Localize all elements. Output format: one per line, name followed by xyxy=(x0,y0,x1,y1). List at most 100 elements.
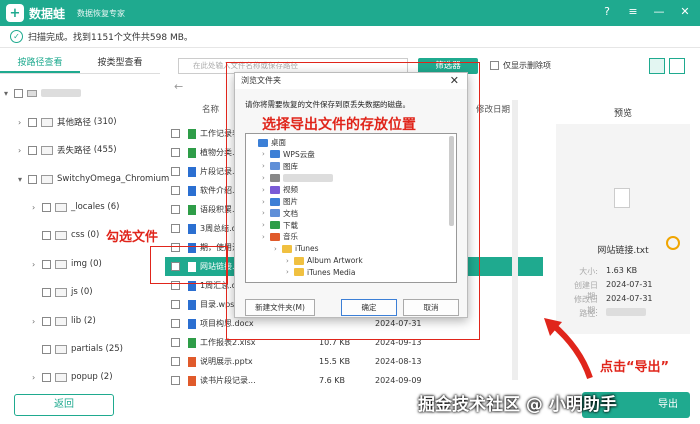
checkbox[interactable] xyxy=(171,205,180,214)
only-deleted-toggle[interactable]: 仅显示删除项 xyxy=(490,60,551,71)
title-bar: + 数据蛙 数据恢复专家 ? ≡ — ✕ xyxy=(0,0,700,26)
file-row[interactable]: 读书片段记录... 7.6 KB 2024-09-09 xyxy=(165,371,543,390)
checkbox[interactable] xyxy=(42,230,51,240)
file-row[interactable]: 说明展示.pptx 15.5 KB 2024-08-13 xyxy=(165,352,543,371)
checkbox[interactable] xyxy=(14,88,23,98)
file-type-icon xyxy=(188,128,196,139)
checkbox[interactable] xyxy=(42,344,51,354)
grid-view-icon[interactable] xyxy=(649,58,665,74)
checkbox[interactable] xyxy=(28,145,37,155)
tree-item-css[interactable]: css (0) xyxy=(42,228,99,242)
tree-item-popup[interactable]: › popup (2) xyxy=(32,370,113,384)
expand-icon[interactable]: › xyxy=(32,260,42,269)
checkbox[interactable] xyxy=(490,61,499,70)
checkbox[interactable] xyxy=(171,186,180,195)
checkbox[interactable] xyxy=(42,316,51,326)
checkbox[interactable] xyxy=(28,174,37,184)
checkbox[interactable] xyxy=(171,148,180,157)
window-controls: ? ≡ — ✕ xyxy=(600,5,692,18)
folder-icon xyxy=(55,287,67,297)
collapse-icon[interactable]: ▾ xyxy=(4,89,14,98)
tree-label: _locales xyxy=(71,202,105,212)
tree-label: css xyxy=(71,230,85,240)
folder-icon xyxy=(55,316,67,326)
checkbox[interactable] xyxy=(171,338,180,347)
meta-value: 1.63 KB xyxy=(606,266,638,275)
collapse-icon[interactable]: ▾ xyxy=(18,175,28,184)
folder-icon xyxy=(41,174,53,184)
view-mode-switch xyxy=(649,58,685,74)
tree-label: img xyxy=(71,259,88,269)
tree-item-js[interactable]: js (0) xyxy=(42,285,93,299)
tree-item-drive[interactable]: ▾ xyxy=(4,86,81,100)
preview-title: 预览 xyxy=(613,109,632,119)
file-type-icon xyxy=(188,337,196,348)
checkbox[interactable] xyxy=(28,117,37,127)
tab-by-path[interactable]: 按路径查看 xyxy=(0,52,80,73)
tree-item-switchyomega[interactable]: ▾ SwitchyOmega_Chromium xyxy=(18,172,169,186)
watermark: 掘金技术社区 @ 小明助手 xyxy=(418,395,617,415)
checkbox[interactable] xyxy=(171,224,180,233)
folder-icon xyxy=(41,117,53,127)
checkbox[interactable] xyxy=(171,376,180,385)
tree-label: partials xyxy=(71,344,103,354)
tab-by-type[interactable]: 按类型查看 xyxy=(80,52,160,73)
checkbox[interactable] xyxy=(42,259,51,269)
file-type-icon xyxy=(188,318,196,329)
file-date: 2024-09-09 xyxy=(375,376,422,385)
dialog-hint-annotation: 选择导出文件的存放位置 xyxy=(262,117,416,133)
file-type-icon xyxy=(188,223,196,234)
column-date[interactable]: 修改日期 xyxy=(476,103,510,115)
help-icon[interactable]: ? xyxy=(600,5,614,18)
menu-icon[interactable]: ≡ xyxy=(626,5,640,18)
file-type-icon xyxy=(188,185,196,196)
checkbox[interactable] xyxy=(42,372,51,382)
file-type-icon xyxy=(188,356,196,367)
expand-icon[interactable]: › xyxy=(32,317,42,326)
expand-icon[interactable]: › xyxy=(32,373,42,382)
close-icon[interactable]: ✕ xyxy=(678,5,692,18)
column-name[interactable]: 名称 xyxy=(202,103,219,115)
back-arrow-icon[interactable]: ← xyxy=(174,80,183,93)
expand-icon[interactable]: › xyxy=(18,118,28,127)
frog-logo-icon: + xyxy=(6,4,24,22)
file-type-icon xyxy=(188,299,196,310)
tree-item-partials[interactable]: partials (25) xyxy=(42,342,123,356)
checkbox[interactable] xyxy=(171,129,180,138)
view-tabs: 按路径查看 按类型查看 xyxy=(0,52,160,74)
tree-item-locales[interactable]: › _locales (6) xyxy=(32,200,119,214)
tree-item-img[interactable]: › img (0) xyxy=(32,257,102,271)
expand-icon[interactable]: › xyxy=(18,146,28,155)
file-list-scrollbar[interactable] xyxy=(512,100,518,380)
file-name: 说明展示.pptx xyxy=(200,357,253,366)
tree-item-lost[interactable]: › 丢失路径 (455) xyxy=(18,143,117,157)
folder-icon xyxy=(41,145,53,155)
tree-count: (310) xyxy=(93,117,117,127)
checkbox[interactable] xyxy=(42,287,51,297)
tree-count: (2) xyxy=(100,372,113,382)
checkbox[interactable] xyxy=(171,319,180,328)
meta-label: 大小: xyxy=(579,267,598,276)
file-size: 15.5 KB xyxy=(319,357,351,366)
checkbox[interactable] xyxy=(171,167,180,176)
scan-status-text: 扫描完成。找到1151个文件共598 MB。 xyxy=(28,33,193,43)
checkbox-highlight-box xyxy=(150,246,228,284)
file-date: 2024-08-13 xyxy=(375,357,422,366)
minimize-icon[interactable]: — xyxy=(652,5,666,18)
drive-icon xyxy=(27,89,37,97)
drive-label-redacted xyxy=(41,89,81,97)
expand-icon[interactable]: › xyxy=(32,203,42,212)
checkbox[interactable] xyxy=(171,357,180,366)
tree-count: (0) xyxy=(80,287,93,297)
checkbox[interactable] xyxy=(171,300,180,309)
back-button[interactable]: 返回 xyxy=(14,394,114,416)
list-view-icon[interactable] xyxy=(669,58,685,74)
file-type-icon xyxy=(188,147,196,158)
tree-count: (0) xyxy=(87,230,100,240)
dialog-highlight-box xyxy=(226,62,480,340)
file-type-icon xyxy=(188,204,196,215)
only-deleted-label: 仅显示删除项 xyxy=(503,61,551,70)
tree-item-other[interactable]: › 其他路径 (310) xyxy=(18,115,117,129)
tree-item-lib[interactable]: › lib (2) xyxy=(32,314,96,328)
checkbox[interactable] xyxy=(42,202,51,212)
